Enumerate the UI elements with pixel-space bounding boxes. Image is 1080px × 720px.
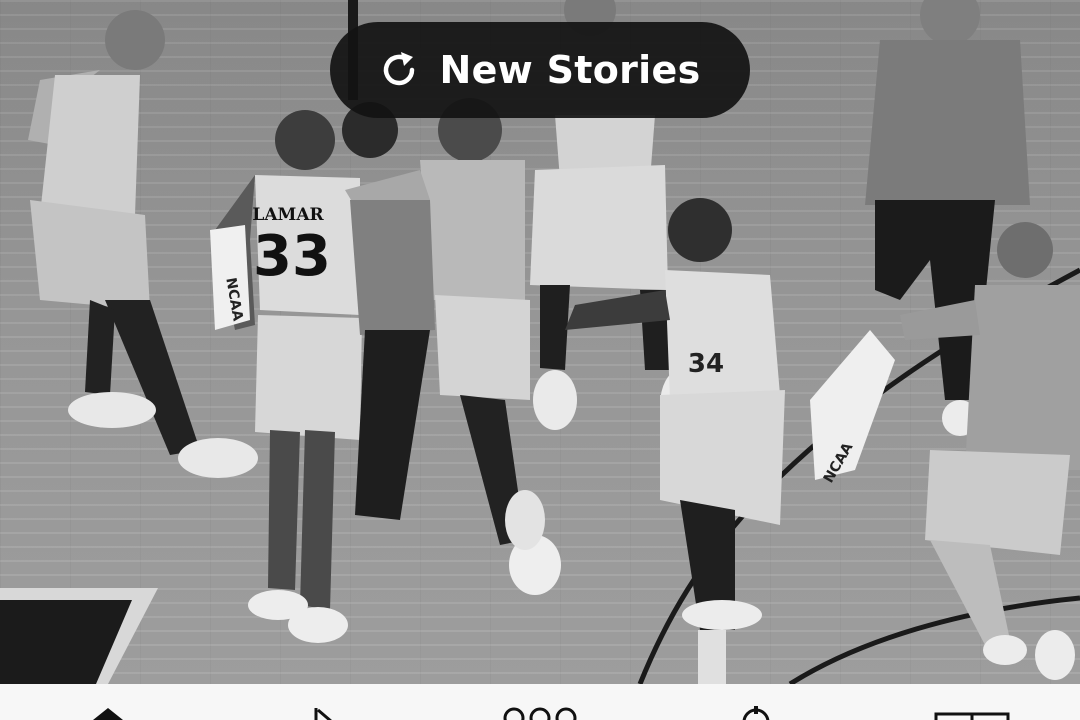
new-stories-button[interactable]: New Stories bbox=[330, 22, 750, 118]
nav-item-location[interactable] bbox=[648, 684, 864, 720]
jersey-number: 33 bbox=[253, 224, 331, 289]
nav-item-sports[interactable] bbox=[216, 684, 432, 720]
court-arc-lower bbox=[788, 595, 1080, 684]
home-icon bbox=[88, 704, 128, 720]
sports-icon bbox=[304, 704, 344, 720]
towel-right bbox=[810, 330, 895, 480]
jersey-name: LAMAR bbox=[252, 205, 324, 225]
location-icon bbox=[736, 704, 776, 720]
sections-icon bbox=[934, 704, 1010, 720]
refresh-icon bbox=[379, 50, 419, 90]
app-screen: LAMAR 33 34 NCAA NCAA New Stories bbox=[0, 0, 1080, 720]
staff-right-bottom bbox=[900, 222, 1080, 680]
nav-item-communities[interactable] bbox=[432, 684, 648, 720]
communities-icon bbox=[500, 704, 580, 720]
jersey-number-side: 34 bbox=[688, 349, 724, 379]
player-lamar bbox=[215, 110, 362, 643]
nav-item-sections[interactable] bbox=[864, 684, 1080, 720]
bottom-navigation bbox=[0, 684, 1080, 720]
new-stories-label: New Stories bbox=[439, 48, 701, 92]
nav-item-home[interactable] bbox=[0, 684, 216, 720]
